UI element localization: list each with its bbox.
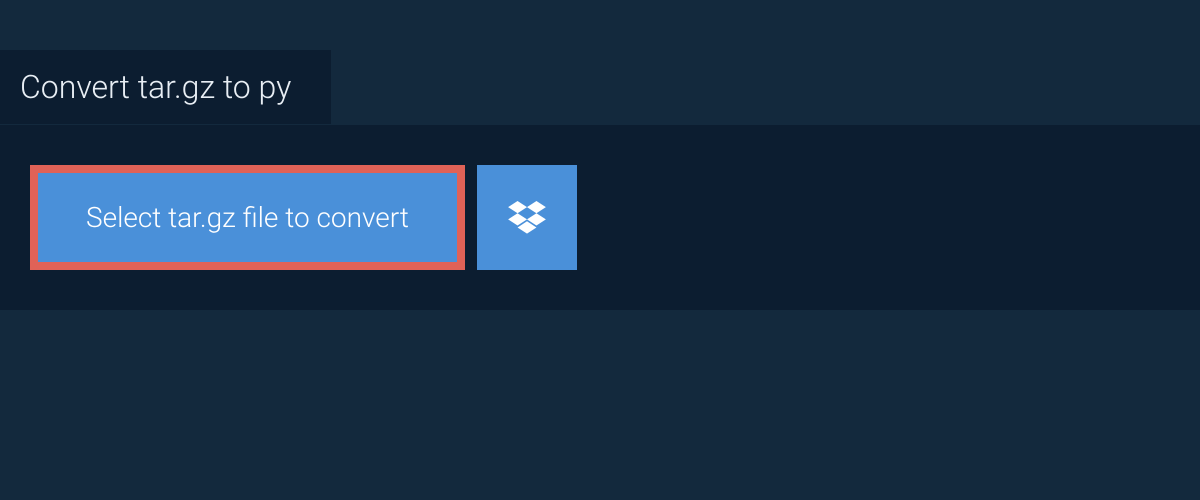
tab-bar: Convert tar.gz to py — [0, 50, 331, 124]
dropbox-button[interactable] — [477, 165, 577, 270]
tab-convert[interactable]: Convert tar.gz to py — [0, 50, 331, 124]
converter-panel: Select tar.gz file to convert — [0, 125, 1200, 310]
select-file-label: Select tar.gz file to convert — [86, 201, 409, 234]
select-file-button[interactable]: Select tar.gz file to convert — [30, 165, 465, 270]
dropbox-icon — [508, 201, 546, 235]
file-select-row: Select tar.gz file to convert — [30, 165, 1170, 270]
tab-title: Convert tar.gz to py — [20, 68, 291, 106]
